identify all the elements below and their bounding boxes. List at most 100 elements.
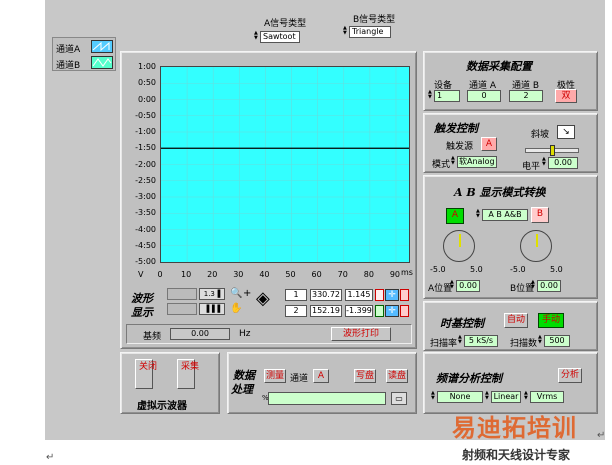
- hand-pan-icon[interactable]: ✋: [230, 303, 242, 314]
- legend-channel-a-swatch[interactable]: [91, 40, 113, 53]
- x-tick-label: 20: [207, 270, 218, 279]
- channel-b-button[interactable]: B: [531, 207, 549, 223]
- frequency-value: 0.00: [170, 328, 230, 340]
- zoom-icon[interactable]: 🔍: [230, 288, 242, 299]
- scan-count-arrows[interactable]: ▲ ▼: [538, 335, 543, 347]
- polarity-toggle[interactable]: 双: [555, 89, 577, 103]
- acquire-button-label: 采集: [181, 362, 200, 372]
- frequency-bar: 基频 0.00 Hz 波形打印: [126, 324, 412, 344]
- scan-rate-arrows[interactable]: ▲ ▼: [458, 335, 463, 347]
- scale-arrows[interactable]: ▲ ▼: [485, 391, 490, 403]
- legend-channel-b-swatch[interactable]: [91, 56, 113, 69]
- trigger-level-slider[interactable]: [525, 145, 579, 156]
- plot-area[interactable]: [160, 66, 410, 263]
- y-tick-label: -0:50: [135, 110, 156, 120]
- auto-button[interactable]: 自动: [504, 313, 528, 328]
- window-select[interactable]: None: [437, 391, 483, 403]
- knob-pointer: [459, 234, 461, 247]
- mode-select[interactable]: 软Analog: [457, 156, 497, 168]
- device-arrows[interactable]: ▲ ▼: [428, 90, 433, 102]
- x-tick-label: 0: [157, 270, 163, 279]
- a-signal-type-arrows[interactable]: ▲ ▼: [254, 31, 259, 43]
- close-button[interactable]: 关闭: [135, 359, 158, 389]
- cursor-2-color[interactable]: [375, 305, 384, 317]
- scan-count-label: 扫描数: [510, 339, 538, 349]
- y-tick-label: 0:00: [138, 94, 156, 104]
- cursor-2-x: 152.19: [310, 305, 342, 317]
- x-tick-label: 40: [259, 270, 270, 279]
- plot-legend-row-2[interactable]: [167, 303, 197, 315]
- manual-button[interactable]: 手动: [538, 313, 564, 328]
- mode-arrows[interactable]: ▲ ▼: [451, 156, 456, 168]
- x-tick-label: 80: [363, 270, 374, 279]
- ab-mode-arrows[interactable]: ▲ ▼: [476, 209, 481, 221]
- b-signal-type-select[interactable]: Triangle: [349, 26, 391, 38]
- x-scale-format-button[interactable]: 1.3▐: [199, 288, 225, 300]
- crosshair-icon[interactable]: +: [243, 288, 251, 299]
- scan-rate-value[interactable]: 5 kS/s: [464, 335, 498, 347]
- cursor-1-style[interactable]: ✛: [385, 289, 399, 301]
- control-panel: 关闭 采集 虚拟示波器: [120, 352, 220, 414]
- cursor-move-icon[interactable]: ◈: [256, 290, 270, 308]
- slope-button[interactable]: ↘: [557, 125, 575, 139]
- measure-button[interactable]: 测量: [264, 369, 286, 383]
- y-axis-ticks: 1:00 0:50 0:00 -0:50 -1:00 -1:50 -2:00 -2:50 -3:…: [130, 60, 158, 266]
- paragraph-mark: ↵: [597, 430, 606, 441]
- level-arrows[interactable]: ▲ ▼: [542, 157, 547, 169]
- trigger-title: 触发控制: [434, 122, 478, 135]
- window-arrows[interactable]: ▲ ▼: [431, 391, 436, 403]
- y-tick-label: -2:50: [135, 175, 156, 185]
- cursor-2-index: 2: [285, 305, 307, 317]
- ab-mode-select[interactable]: A B A&B: [482, 209, 528, 221]
- analyze-button[interactable]: 分析: [558, 368, 582, 383]
- trigger-panel: 触发控制 触发源 A 斜坡 ↘ 模式 ▲ ▼ 软Analog 电平 ▲ ▼ 0.00: [423, 113, 598, 173]
- b-position-knob[interactable]: [520, 230, 552, 262]
- trigger-source-button[interactable]: A: [481, 137, 497, 151]
- b-signal-type-arrows[interactable]: ▲ ▼: [343, 26, 348, 38]
- channel-select-button[interactable]: A: [313, 369, 329, 383]
- cursor-2-style[interactable]: ✛: [385, 305, 399, 317]
- channel-a-led-button[interactable]: A: [446, 208, 464, 224]
- a-signal-type-select[interactable]: Sawtoot: [260, 31, 300, 43]
- plot-legend: 通道A 通道B: [52, 37, 116, 71]
- close-button-label: 关闭: [139, 362, 158, 372]
- browse-button[interactable]: ▭: [391, 392, 407, 405]
- y-tick-label: -4:50: [135, 240, 156, 250]
- cursor-1-color[interactable]: [375, 289, 384, 301]
- channel-a-value[interactable]: 0: [467, 90, 501, 102]
- unit-arrows[interactable]: ▲ ▼: [524, 391, 529, 403]
- mode-label: 模式: [432, 160, 451, 170]
- device-value[interactable]: 1: [434, 90, 460, 102]
- waveform-print-button[interactable]: 波形打印: [331, 327, 391, 341]
- sawtooth-icon: [92, 41, 110, 52]
- b-knob-max: 5.0: [550, 265, 563, 274]
- y-tick-label: -1:00: [135, 127, 156, 136]
- scan-count-value[interactable]: 500: [544, 335, 570, 347]
- x-tick-label: 50: [285, 270, 296, 279]
- cursor-2-y: -1.399: [345, 305, 373, 317]
- cursor-1-x: 330.72: [310, 289, 342, 301]
- falling-slope-icon: ↘: [562, 127, 570, 137]
- b-position-value[interactable]: 0.00: [537, 280, 561, 292]
- spectrum-title: 频谱分析控制: [436, 372, 502, 385]
- level-value[interactable]: 0.00: [548, 157, 578, 169]
- a-position-arrows[interactable]: ▲ ▼: [450, 280, 455, 292]
- ab-mode-panel: A B 显示模式转换 A ▲ ▼ A B A&B B -5.0 5.0 -5.0 …: [423, 175, 598, 299]
- acquire-button[interactable]: 采集: [177, 359, 200, 389]
- y-scale-format-button[interactable]: ▐▐▐: [199, 303, 225, 315]
- data-processing-panel: 数据 处理 测量 通道 A 写盘 读盘 % ▭: [227, 352, 417, 414]
- file-path-field[interactable]: [268, 392, 386, 405]
- b-position-arrows[interactable]: ▲ ▼: [531, 280, 536, 292]
- scale-select[interactable]: Linear: [491, 391, 521, 403]
- slider-handle[interactable]: [550, 145, 555, 156]
- cursor-2-lock[interactable]: [400, 305, 409, 317]
- cursor-1-lock[interactable]: [400, 289, 409, 301]
- a-position-knob[interactable]: [443, 230, 475, 262]
- write-disk-button[interactable]: 写盘: [354, 369, 376, 383]
- unit-select[interactable]: Vrms: [530, 391, 564, 403]
- daq-config-panel: 数据采集配置 设备 ▲ ▼ 1 通道 A 0 通道 B 2 极性 双: [423, 51, 598, 111]
- read-disk-button[interactable]: 读盘: [386, 369, 408, 383]
- plot-legend-row-1[interactable]: [167, 288, 197, 300]
- a-position-value[interactable]: 0.00: [456, 280, 480, 292]
- channel-b-value[interactable]: 2: [509, 90, 543, 102]
